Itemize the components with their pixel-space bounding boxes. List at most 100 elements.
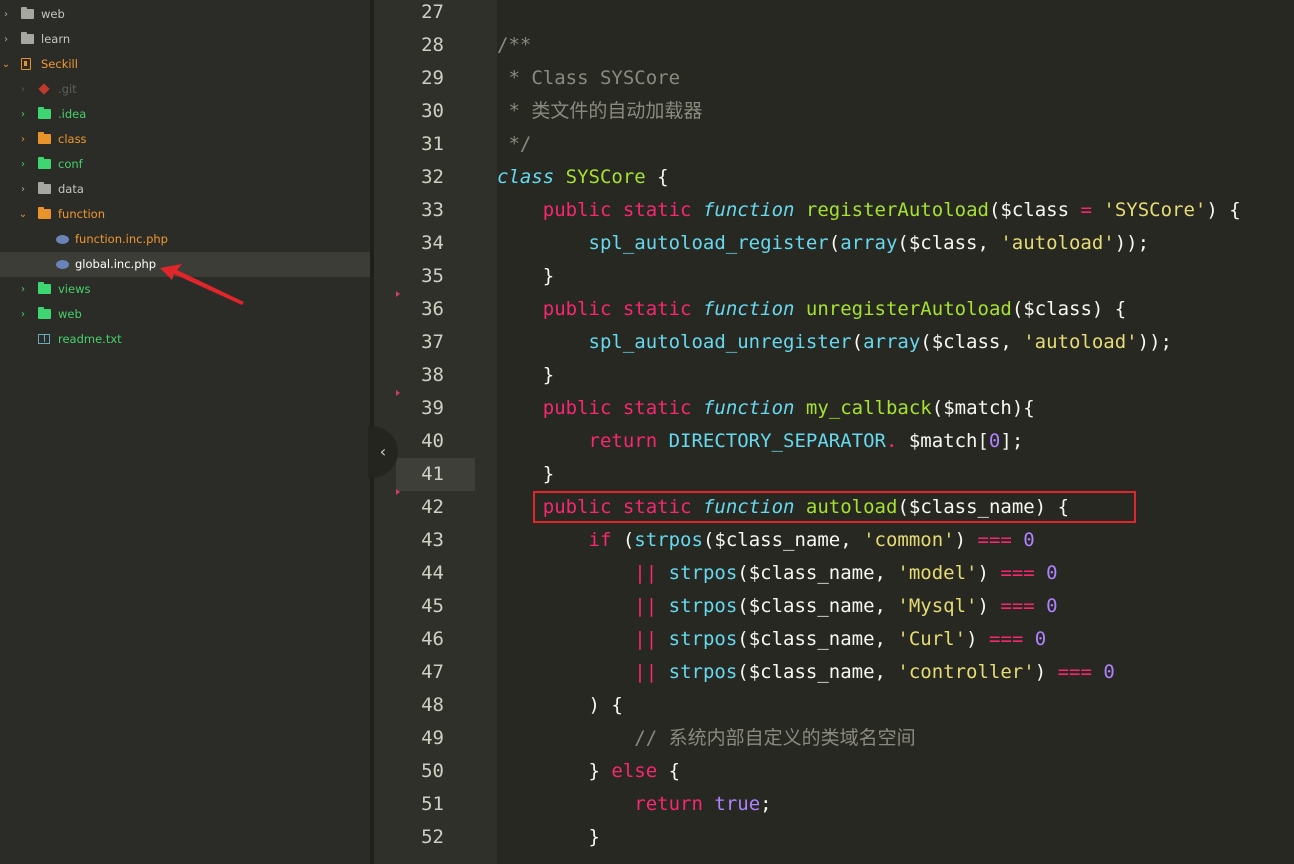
code-line[interactable]: } bbox=[497, 458, 554, 491]
line-number: 51 bbox=[421, 793, 444, 815]
folder-data[interactable]: › data bbox=[0, 177, 370, 202]
code-token: DIRECTORY_SEPARATOR bbox=[668, 430, 886, 452]
folder-git[interactable]: › .git bbox=[0, 77, 370, 102]
chevron-right-icon[interactable]: › bbox=[18, 177, 28, 202]
code-token: { bbox=[645, 166, 669, 188]
code-line[interactable]: || strpos($class_name, 'Mysql') === 0 bbox=[497, 590, 1057, 623]
file-readme[interactable]: readme.txt bbox=[0, 327, 370, 352]
chevron-right-icon[interactable]: › bbox=[18, 152, 28, 177]
chevron-right-icon[interactable]: › bbox=[18, 127, 28, 152]
code-line[interactable]: // 系统内部自定义的类域名空间 bbox=[497, 722, 915, 755]
chevron-down-icon[interactable]: ⌄ bbox=[18, 202, 28, 227]
code-line[interactable]: } bbox=[497, 260, 554, 293]
line-number: 46 bbox=[421, 628, 444, 650]
code-token: } bbox=[497, 364, 555, 386]
tree-item-label: .idea bbox=[58, 107, 87, 121]
code-token: strpos bbox=[668, 628, 738, 650]
code-line[interactable]: if (strpos($class_name, 'common') === 0 bbox=[497, 524, 1035, 557]
chevron-right-icon[interactable]: › bbox=[1, 27, 11, 52]
chevron-right-icon[interactable]: › bbox=[18, 302, 28, 327]
folder-icon bbox=[38, 307, 51, 319]
folder-idea[interactable]: › .idea bbox=[0, 102, 370, 127]
code-token: 0 bbox=[1034, 628, 1047, 650]
code-line[interactable]: return true; bbox=[497, 788, 772, 821]
folder-class[interactable]: › class bbox=[0, 127, 370, 152]
code-line[interactable]: } else { bbox=[497, 755, 681, 788]
code-line[interactable]: || strpos($class_name, 'model') === 0 bbox=[497, 557, 1057, 590]
tree-item-label: views bbox=[58, 282, 91, 296]
tree-item-label: conf bbox=[58, 157, 83, 171]
code-token: === bbox=[1000, 595, 1035, 617]
code-token: ($class bbox=[988, 199, 1081, 221]
code-token: class bbox=[497, 166, 555, 188]
line-number: 42 bbox=[421, 496, 444, 518]
code-token: === bbox=[977, 529, 1012, 551]
code-line[interactable]: /** bbox=[497, 29, 531, 62]
code-token: = bbox=[1080, 199, 1092, 221]
code-token: ($match){ bbox=[931, 397, 1035, 419]
code-line[interactable]: spl_autoload_unregister(array($class, 'a… bbox=[497, 326, 1172, 359]
chevron-right-icon[interactable]: › bbox=[18, 277, 28, 302]
annotation-arrow bbox=[160, 264, 244, 305]
tree-item-label: Seckill bbox=[41, 57, 78, 71]
git-icon bbox=[38, 83, 50, 95]
folder-function[interactable]: ⌄ function bbox=[0, 202, 370, 227]
code-line[interactable]: public static function registerAutoload(… bbox=[497, 194, 1241, 227]
code-line[interactable]: } bbox=[497, 821, 600, 854]
folder-conf[interactable]: › conf bbox=[0, 152, 370, 177]
code-line[interactable]: class SYSCore { bbox=[497, 161, 669, 194]
code-token: strpos bbox=[634, 529, 703, 551]
project-seckill[interactable]: ⌄ Seckill bbox=[0, 52, 370, 77]
code-line[interactable]: * Class SYSCore bbox=[497, 62, 680, 95]
code-line[interactable]: */ bbox=[497, 128, 531, 161]
code-token: )); bbox=[1114, 232, 1150, 254]
code-line[interactable]: public static function my_callback($matc… bbox=[497, 392, 1035, 425]
code-line[interactable]: return DIRECTORY_SEPARATOR. $match[0]; bbox=[497, 425, 1024, 458]
code-line[interactable]: * 类文件的自动加载器 bbox=[497, 95, 702, 128]
code-token: strpos bbox=[668, 562, 738, 584]
chevron-down-icon[interactable]: ⌄ bbox=[1, 52, 11, 77]
code-token: ; bbox=[760, 793, 772, 815]
code-token: ( bbox=[828, 232, 841, 254]
code-token: ) bbox=[977, 595, 1001, 617]
code-line[interactable]: public static function unregisterAutoloa… bbox=[497, 293, 1126, 326]
file-function-inc[interactable]: function.inc.php bbox=[0, 227, 370, 252]
code-token: /** bbox=[497, 34, 532, 56]
code-line[interactable]: || strpos($class_name, 'controller') ===… bbox=[497, 656, 1115, 689]
code-token: } bbox=[497, 265, 555, 287]
folder-learn[interactable]: › learn bbox=[0, 27, 370, 52]
code-line[interactable]: } bbox=[497, 359, 554, 392]
chevron-right-icon[interactable]: › bbox=[18, 102, 28, 127]
code-token: ($class_name, bbox=[737, 661, 898, 683]
code-line[interactable]: ) { bbox=[497, 689, 623, 722]
folder-icon bbox=[38, 182, 51, 194]
code-line[interactable]: || strpos($class_name, 'Curl') === 0 bbox=[497, 623, 1046, 656]
folder-icon bbox=[21, 32, 34, 44]
code-token: 'controller' bbox=[897, 661, 1035, 683]
line-number: 52 bbox=[421, 826, 444, 848]
annotation-highlight-box bbox=[533, 491, 1136, 523]
code-editor[interactable]: /** * Class SYSCore * 类文件的自动加载器 */ class … bbox=[497, 0, 1294, 864]
code-line[interactable]: spl_autoload_register(array($class, 'aut… bbox=[497, 227, 1150, 260]
folder-icon bbox=[21, 7, 34, 19]
code-token: || bbox=[634, 562, 658, 584]
code-token: 'model' bbox=[897, 562, 978, 584]
chevron-right-icon[interactable]: › bbox=[1, 2, 11, 27]
tree-item-label: readme.txt bbox=[58, 332, 122, 346]
folder-web-top[interactable]: › web bbox=[0, 2, 370, 27]
chevron-right-icon[interactable]: › bbox=[18, 77, 28, 102]
code-token: ($class, bbox=[897, 232, 1001, 254]
